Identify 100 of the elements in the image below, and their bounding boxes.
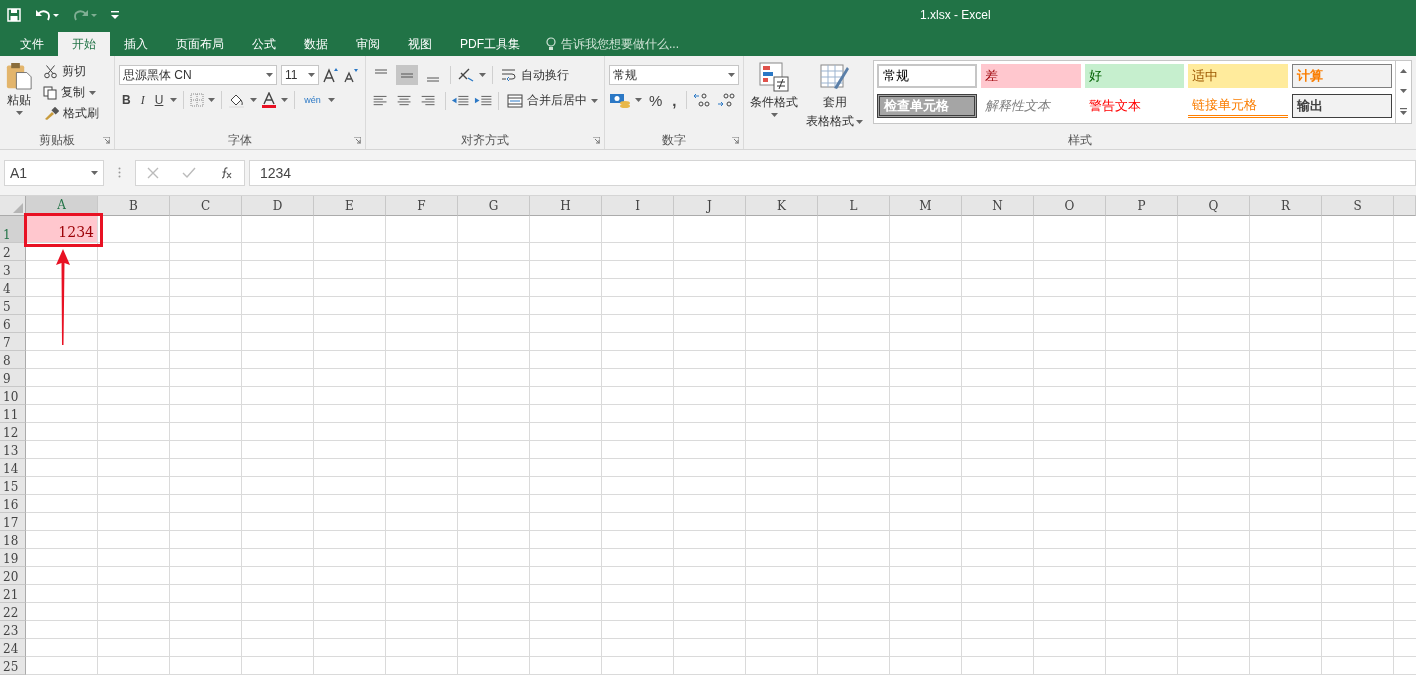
row-header[interactable]: 24 [0,639,26,657]
row-header[interactable]: 4 [0,279,26,297]
row-header[interactable]: 19 [0,549,26,567]
ribbon-tab[interactable]: 公式 [238,32,290,56]
row-header[interactable]: 22 [0,603,26,621]
increase-decimal-icon[interactable] [692,91,713,109]
row-header[interactable]: 10 [0,387,26,405]
dialog-launcher-icon[interactable] [103,137,110,144]
column-header[interactable]: J [674,196,746,216]
column-header[interactable]: L [818,196,890,216]
font-color-icon[interactable] [261,92,278,108]
cell-style[interactable]: 适中 [1188,64,1289,88]
active-cell[interactable]: 1234 [26,216,97,242]
ribbon-tab[interactable]: 插入 [110,32,162,56]
conditional-formatting-button[interactable]: 条件格式 [748,60,800,132]
row-header[interactable]: 8 [0,351,26,369]
ribbon-tab[interactable]: 开始 [58,32,110,56]
row-header[interactable]: 25 [0,657,26,675]
font-name-field[interactable]: 思源黑体 CN [119,65,277,85]
row-header[interactable]: 14 [0,459,26,477]
scroll-up-icon[interactable] [1399,68,1408,74]
font-size-field[interactable]: 11 [281,65,319,85]
row-header[interactable]: 7 [0,333,26,351]
name-box[interactable]: A1 [4,159,104,186]
row-header[interactable]: 20 [0,567,26,585]
number-format-field[interactable]: 常规 [609,65,739,85]
fill-color-icon[interactable] [228,92,247,108]
ribbon-tab[interactable]: 文件 [6,32,58,56]
more-icon[interactable] [1399,108,1408,116]
underline-button[interactable]: U [151,93,167,107]
comma-button[interactable]: , [669,91,680,109]
row-header[interactable]: 2 [0,243,26,261]
column-header[interactable]: P [1106,196,1178,216]
row-header[interactable]: 6 [0,315,26,333]
ribbon-tab[interactable]: 审阅 [342,32,394,56]
ribbon-tab[interactable]: 页面布局 [162,32,238,56]
cell-style[interactable]: 差 [980,64,1081,88]
scroll-down-icon[interactable] [1399,88,1408,94]
row-header[interactable]: 21 [0,585,26,603]
row-header[interactable]: 12 [0,423,26,441]
formula-field[interactable]: 1234 [249,159,1416,186]
row-header[interactable]: 18 [0,531,26,549]
column-header[interactable]: I [602,196,674,216]
wrap-text-button[interactable]: 自动换行 [499,65,571,85]
save-icon[interactable] [7,8,21,22]
column-header[interactable]: N [962,196,1034,216]
column-header[interactable]: F [386,196,458,216]
cut-button[interactable]: 剪切 [41,62,101,81]
row-header[interactable]: 13 [0,441,26,459]
scissors-icon [43,64,58,79]
dialog-launcher-icon[interactable] [593,137,600,144]
bold-button[interactable]: B [119,93,134,107]
row-header[interactable]: 16 [0,495,26,513]
ribbon-tab[interactable]: 视图 [394,32,446,56]
phonetic-button[interactable]: wén [301,95,324,105]
decrease-font-icon[interactable] [343,67,359,83]
cell-style[interactable]: 输出 [1292,94,1392,118]
cell-style[interactable]: 常规 [877,64,977,88]
format-as-table-button[interactable]: 套用 表格格式 [804,60,865,132]
row-header[interactable]: 17 [0,513,26,531]
column-header[interactable]: K [746,196,818,216]
row-header[interactable]: 5 [0,297,26,315]
row-header[interactable]: 3 [0,261,26,279]
ribbon-tab[interactable]: 数据 [290,32,342,56]
row-header[interactable]: 15 [0,477,26,495]
column-header[interactable]: C [170,196,242,216]
column-header[interactable]: O [1034,196,1106,216]
column-header[interactable]: R [1250,196,1322,216]
column-header[interactable]: M [890,196,962,216]
dialog-launcher-icon[interactable] [732,137,739,144]
italic-button[interactable]: I [137,92,148,108]
decrease-decimal-icon[interactable] [716,91,737,109]
ribbon-tab[interactable]: PDF工具集 [446,32,534,56]
paste-button[interactable]: 粘贴 [4,60,34,131]
tell-me-field[interactable]: 告诉我您想要做什么... [561,35,679,53]
currency-icon[interactable] [609,92,631,108]
column-header[interactable]: S [1322,196,1394,216]
copy-button[interactable]: 复制 [41,83,101,102]
row-header[interactable]: 23 [0,621,26,639]
row-header[interactable]: 9 [0,369,26,387]
worksheet-grid[interactable]: 1234 [26,216,1416,675]
customize-icon[interactable] [111,10,119,20]
column-header[interactable]: E [314,196,386,216]
column-header[interactable]: H [530,196,602,216]
column-header[interactable]: D [242,196,314,216]
orientation-icon[interactable] [457,67,475,83]
percent-button[interactable]: % [646,91,666,109]
row-header[interactable]: 11 [0,405,26,423]
column-header[interactable]: B [98,196,170,216]
column-header[interactable]: A [26,196,98,216]
format-painter-button[interactable]: 格式刷 [41,104,101,123]
column-header[interactable]: Q [1178,196,1250,216]
cell-style[interactable]: 好 [1084,64,1185,88]
dialog-launcher-icon[interactable] [354,137,361,144]
redo-icon[interactable] [73,8,97,22]
undo-icon[interactable] [35,8,59,22]
increase-font-icon[interactable] [323,67,339,83]
row-header[interactable]: 1 [0,216,26,243]
merge-center-button[interactable]: 合并后居中 [505,91,600,110]
column-header[interactable]: G [458,196,530,216]
